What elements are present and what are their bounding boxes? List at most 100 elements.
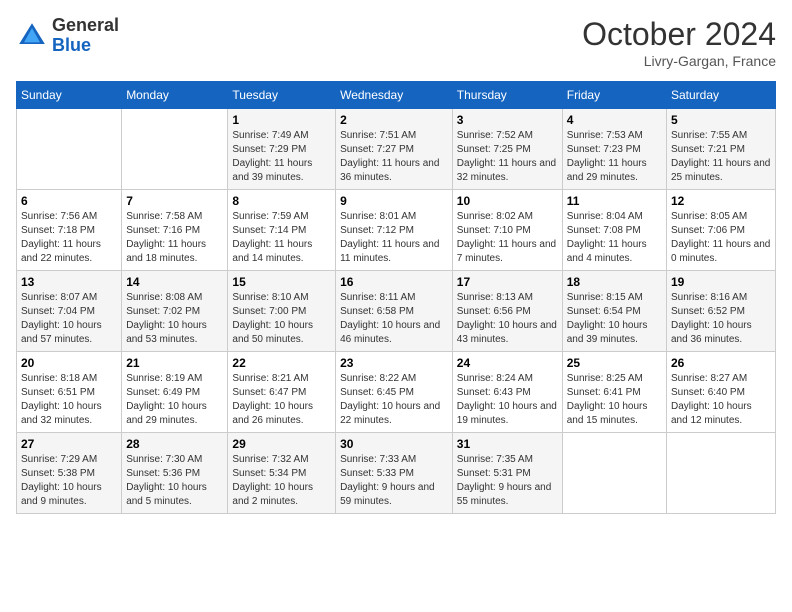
day-number: 9: [340, 194, 448, 208]
table-row: 26 Sunrise: 8:27 AMSunset: 6:40 PMDayligh…: [667, 352, 776, 433]
week-row-3: 13Sunrise: 8:07 AMSunset: 7:04 PMDayligh…: [17, 271, 776, 352]
table-row: 1 Sunrise: 7:49 AMSunset: 7:29 PMDaylight…: [228, 109, 336, 190]
day-detail: Sunrise: 8:16 AMSunset: 6:52 PMDaylight:…: [671, 291, 771, 347]
day-detail: Sunrise: 8:01 AMSunset: 7:12 PMDaylight:…: [340, 210, 448, 266]
day-detail: Sunrise: 8:02 AMSunset: 7:10 PMDaylight:…: [457, 210, 558, 266]
day-number: 7: [126, 194, 223, 208]
weekday-header-monday: Monday: [122, 82, 228, 109]
day-number: 12: [671, 194, 771, 208]
table-row: 8 Sunrise: 7:59 AMSunset: 7:14 PMDaylight…: [228, 190, 336, 271]
day-number: 11: [567, 194, 662, 208]
day-detail: Sunrise: 8:10 AMSunset: 7:00 PMDaylight:…: [232, 291, 331, 347]
table-row: 28 Sunrise: 7:30 AMSunset: 5:36 PMDayligh…: [122, 433, 228, 514]
day-number: 30: [340, 437, 448, 451]
day-detail: Sunrise: 8:04 AMSunset: 7:08 PMDaylight:…: [567, 210, 662, 266]
day-number: 22: [232, 356, 331, 370]
weekday-header-wednesday: Wednesday: [336, 82, 453, 109]
day-number: 8: [232, 194, 331, 208]
week-row-4: 20Sunrise: 8:18 AMSunset: 6:51 PMDayligh…: [17, 352, 776, 433]
day-number: 1: [232, 113, 331, 127]
day-detail: Sunrise: 7:51 AMSunset: 7:27 PMDaylight:…: [340, 129, 448, 185]
table-row: 17Sunrise: 8:13 AMSunset: 6:56 PMDayligh…: [452, 271, 562, 352]
table-row: 2 Sunrise: 7:51 AMSunset: 7:27 PMDaylight…: [336, 109, 453, 190]
day-number: 20: [21, 356, 117, 370]
day-number: 14: [126, 275, 223, 289]
table-row: 18 Sunrise: 8:15 AMSunset: 6:54 PMDayligh…: [562, 271, 666, 352]
day-number: 2: [340, 113, 448, 127]
day-detail: Sunrise: 7:58 AMSunset: 7:16 PMDaylight:…: [126, 210, 223, 266]
table-row: 5Sunrise: 7:55 AMSunset: 7:21 PMDaylight…: [667, 109, 776, 190]
table-row: [667, 433, 776, 514]
day-number: 13: [21, 275, 117, 289]
day-detail: Sunrise: 7:33 AMSunset: 5:33 PMDaylight:…: [340, 453, 448, 509]
table-row: 11 Sunrise: 8:04 AMSunset: 7:08 PMDayligh…: [562, 190, 666, 271]
table-row: [562, 433, 666, 514]
table-row: 13Sunrise: 8:07 AMSunset: 7:04 PMDayligh…: [17, 271, 122, 352]
table-row: 10 Sunrise: 8:02 AMSunset: 7:10 PMDayligh…: [452, 190, 562, 271]
calendar-table: SundayMondayTuesdayWednesdayThursdayFrid…: [16, 81, 776, 514]
day-detail: Sunrise: 7:30 AMSunset: 5:36 PMDaylight:…: [126, 453, 223, 509]
table-row: 25Sunrise: 8:25 AMSunset: 6:41 PMDayligh…: [562, 352, 666, 433]
weekday-header-thursday: Thursday: [452, 82, 562, 109]
weekday-header-row: SundayMondayTuesdayWednesdayThursdayFrid…: [17, 82, 776, 109]
weekday-header-friday: Friday: [562, 82, 666, 109]
day-detail: Sunrise: 8:05 AMSunset: 7:06 PMDaylight:…: [671, 210, 771, 266]
logo-icon: [16, 20, 48, 52]
table-row: 22 Sunrise: 8:21 AMSunset: 6:47 PMDayligh…: [228, 352, 336, 433]
day-number: 24: [457, 356, 558, 370]
table-row: 4Sunrise: 7:53 AMSunset: 7:23 PMDaylight…: [562, 109, 666, 190]
table-row: 12 Sunrise: 8:05 AMSunset: 7:06 PMDayligh…: [667, 190, 776, 271]
day-detail: Sunrise: 8:15 AMSunset: 6:54 PMDaylight:…: [567, 291, 662, 347]
table-row: 3 Sunrise: 7:52 AMSunset: 7:25 PMDaylight…: [452, 109, 562, 190]
day-detail: Sunrise: 7:29 AMSunset: 5:38 PMDaylight:…: [21, 453, 117, 509]
day-detail: Sunrise: 8:24 AMSunset: 6:43 PMDaylight:…: [457, 372, 558, 428]
table-row: 30 Sunrise: 7:33 AMSunset: 5:33 PMDayligh…: [336, 433, 453, 514]
day-number: 18: [567, 275, 662, 289]
day-detail: Sunrise: 7:53 AMSunset: 7:23 PMDaylight:…: [567, 129, 662, 185]
day-detail: Sunrise: 7:35 AMSunset: 5:31 PMDaylight:…: [457, 453, 558, 509]
table-row: 16 Sunrise: 8:11 AMSunset: 6:58 PMDayligh…: [336, 271, 453, 352]
day-number: 26: [671, 356, 771, 370]
day-detail: Sunrise: 8:27 AMSunset: 6:40 PMDaylight:…: [671, 372, 771, 428]
day-detail: Sunrise: 8:08 AMSunset: 7:02 PMDaylight:…: [126, 291, 223, 347]
logo: General Blue: [16, 16, 119, 56]
week-row-1: 1 Sunrise: 7:49 AMSunset: 7:29 PMDaylight…: [17, 109, 776, 190]
day-detail: Sunrise: 8:21 AMSunset: 6:47 PMDaylight:…: [232, 372, 331, 428]
table-row: [17, 109, 122, 190]
table-row: [122, 109, 228, 190]
table-row: 24 Sunrise: 8:24 AMSunset: 6:43 PMDayligh…: [452, 352, 562, 433]
table-row: 9 Sunrise: 8:01 AMSunset: 7:12 PMDaylight…: [336, 190, 453, 271]
location: Livry-Gargan, France: [582, 53, 776, 69]
title-block: October 2024 Livry-Gargan, France: [582, 16, 776, 69]
day-detail: Sunrise: 7:56 AMSunset: 7:18 PMDaylight:…: [21, 210, 117, 266]
table-row: 20Sunrise: 8:18 AMSunset: 6:51 PMDayligh…: [17, 352, 122, 433]
day-number: 10: [457, 194, 558, 208]
table-row: 29Sunrise: 7:32 AMSunset: 5:34 PMDayligh…: [228, 433, 336, 514]
day-detail: Sunrise: 8:19 AMSunset: 6:49 PMDaylight:…: [126, 372, 223, 428]
table-row: 19 Sunrise: 8:16 AMSunset: 6:52 PMDayligh…: [667, 271, 776, 352]
day-number: 16: [340, 275, 448, 289]
day-number: 29: [232, 437, 331, 451]
day-detail: Sunrise: 7:49 AMSunset: 7:29 PMDaylight:…: [232, 129, 331, 185]
logo-text: General Blue: [52, 16, 119, 56]
day-number: 21: [126, 356, 223, 370]
day-detail: Sunrise: 8:11 AMSunset: 6:58 PMDaylight:…: [340, 291, 448, 347]
day-detail: Sunrise: 7:59 AMSunset: 7:14 PMDaylight:…: [232, 210, 331, 266]
day-number: 3: [457, 113, 558, 127]
day-detail: Sunrise: 8:13 AMSunset: 6:56 PMDaylight:…: [457, 291, 558, 347]
table-row: 23 Sunrise: 8:22 AMSunset: 6:45 PMDayligh…: [336, 352, 453, 433]
week-row-5: 27Sunrise: 7:29 AMSunset: 5:38 PMDayligh…: [17, 433, 776, 514]
day-number: 5: [671, 113, 771, 127]
day-number: 28: [126, 437, 223, 451]
day-detail: Sunrise: 7:52 AMSunset: 7:25 PMDaylight:…: [457, 129, 558, 185]
day-number: 23: [340, 356, 448, 370]
weekday-header-sunday: Sunday: [17, 82, 122, 109]
day-detail: Sunrise: 8:22 AMSunset: 6:45 PMDaylight:…: [340, 372, 448, 428]
month-title: October 2024: [582, 16, 776, 53]
day-number: 6: [21, 194, 117, 208]
weekday-header-saturday: Saturday: [667, 82, 776, 109]
day-detail: Sunrise: 8:25 AMSunset: 6:41 PMDaylight:…: [567, 372, 662, 428]
day-number: 19: [671, 275, 771, 289]
table-row: 31Sunrise: 7:35 AMSunset: 5:31 PMDayligh…: [452, 433, 562, 514]
week-row-2: 6 Sunrise: 7:56 AMSunset: 7:18 PMDaylight…: [17, 190, 776, 271]
